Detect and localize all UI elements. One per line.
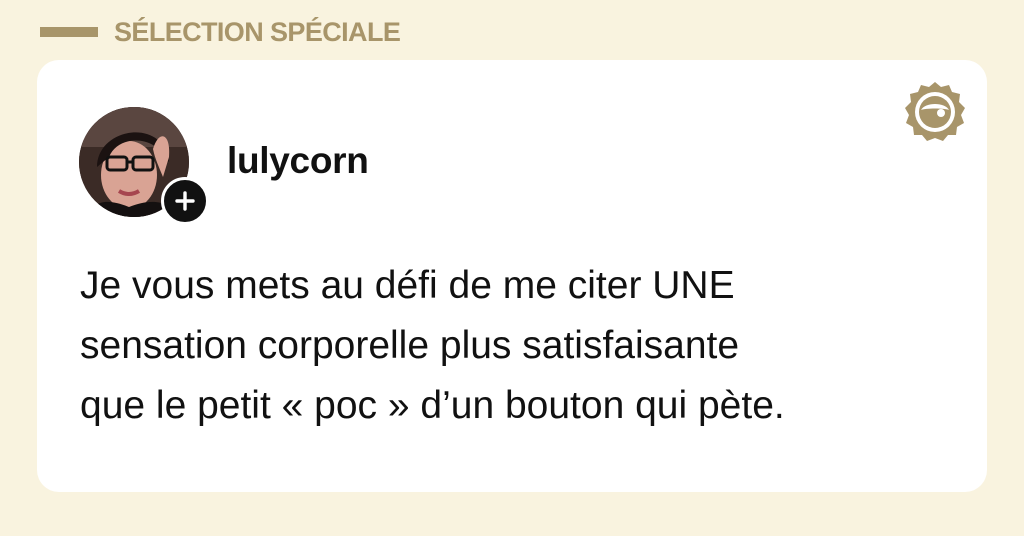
post-text-line: sensation corporelle plus satisfaisante [80, 324, 740, 367]
follow-button[interactable] [161, 177, 209, 225]
post-text-line: que le petit « poc » d’un bouton qui pèt… [80, 384, 785, 427]
post-text: Je vous mets au défi de me citer UNE sen… [80, 256, 980, 436]
post-card: lulycorn Je vous mets au défi de me cite… [37, 60, 987, 492]
brand-face-seal-icon [903, 80, 967, 144]
section-header: SÉLECTION SPÉCIALE [40, 14, 401, 50]
section-accent-bar [40, 27, 98, 37]
section-title: SÉLECTION SPÉCIALE [114, 16, 401, 47]
username[interactable]: lulycorn [227, 140, 369, 182]
plus-icon [175, 191, 195, 211]
post-text-line: Je vous mets au défi de me citer UNE [80, 264, 735, 307]
avatar-container[interactable] [79, 107, 209, 225]
